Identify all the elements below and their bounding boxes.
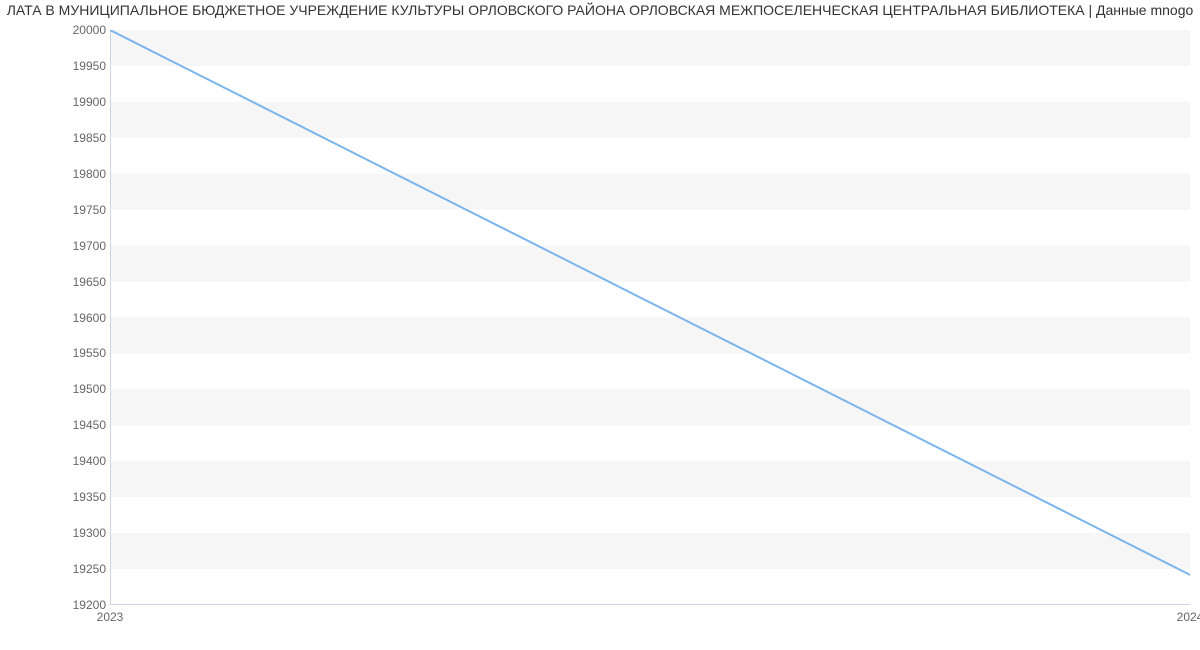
grid-band	[110, 246, 1190, 282]
grid-band	[110, 30, 1190, 66]
x-tick-label: 2023	[80, 610, 140, 624]
grid-band	[110, 174, 1190, 210]
y-tick-label: 19900	[46, 96, 106, 108]
plot-area	[110, 30, 1190, 605]
grid-band	[110, 318, 1190, 354]
y-tick-label: 19800	[46, 168, 106, 180]
y-tick-label: 19650	[46, 276, 106, 288]
y-tick-label: 19550	[46, 347, 106, 359]
y-tick-label: 19350	[46, 491, 106, 503]
grid-band	[110, 102, 1190, 138]
y-tick-label: 19700	[46, 240, 106, 252]
y-tick-label: 19950	[46, 60, 106, 72]
plot-svg	[110, 30, 1190, 605]
grid-band	[110, 389, 1190, 425]
y-tick-label: 19600	[46, 312, 106, 324]
y-tick-label: 19300	[46, 527, 106, 539]
y-tick-label: 20000	[46, 24, 106, 36]
y-tick-label: 19750	[46, 204, 106, 216]
grid-band	[110, 533, 1190, 569]
y-tick-label: 19450	[46, 419, 106, 431]
chart-title: ЛАТА В МУНИЦИПАЛЬНОЕ БЮДЖЕТНОЕ УЧРЕЖДЕНИ…	[0, 2, 1200, 18]
y-tick-label: 19500	[46, 383, 106, 395]
y-tick-label: 19850	[46, 132, 106, 144]
y-tick-label: 19400	[46, 455, 106, 467]
grid-band	[110, 461, 1190, 497]
y-tick-label: 19250	[46, 563, 106, 575]
x-tick-label: 2024	[1160, 610, 1200, 624]
chart-container: ЛАТА В МУНИЦИПАЛЬНОЕ БЮДЖЕТНОЕ УЧРЕЖДЕНИ…	[0, 0, 1200, 650]
